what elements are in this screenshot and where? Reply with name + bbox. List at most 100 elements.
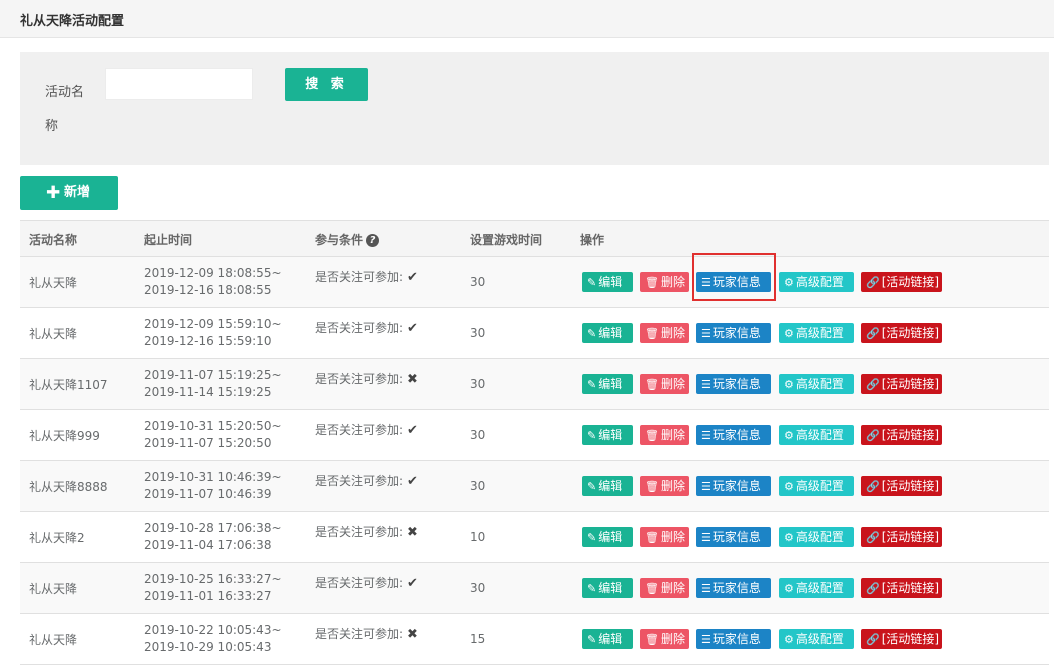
player-info-button[interactable]: ☰ 玩家信息: [696, 425, 771, 445]
activity-link-button[interactable]: 🔗 [活动链接]: [861, 476, 942, 496]
link-icon: 🔗: [866, 429, 880, 442]
edit-button[interactable]: ✎ 编辑: [582, 374, 633, 394]
activity-link-button[interactable]: 🔗 [活动链接]: [861, 425, 942, 445]
search-button[interactable]: 搜 索: [285, 68, 368, 101]
condition-label: 是否关注可参加:: [315, 423, 404, 437]
activity-link-button[interactable]: 🔗 [活动链接]: [861, 527, 942, 547]
delete-button[interactable]: 🗑 删除: [640, 323, 689, 343]
delete-button[interactable]: 🗑 删除: [640, 425, 689, 445]
table-row: 礼从天降 2019-12-09 15:59:10~ 2019-12-16 15:59…: [20, 308, 1049, 359]
game-duration: 30: [470, 275, 486, 289]
advanced-config-button-label: 高级配置: [795, 377, 844, 391]
table-row: 礼从天降 2019-10-22 10:05:43~ 2019-10-29 10:05…: [20, 614, 1049, 665]
activity-time: 2019-11-07 15:19:25~ 2019-11-14 15:19:25: [144, 367, 282, 401]
page-title: 礼从天降活动配置: [20, 14, 125, 29]
edit-button[interactable]: ✎ 编辑: [582, 476, 633, 496]
activity-link-button-label: [活动链接]: [881, 581, 940, 595]
advanced-config-button-label: 高级配置: [795, 428, 844, 442]
activity-name: 礼从天降8888: [29, 480, 108, 494]
delete-button-label: 删除: [660, 326, 685, 340]
condition-label: 是否关注可参加:: [315, 321, 404, 335]
player-info-button[interactable]: ☰ 玩家信息: [696, 527, 771, 547]
edit-button[interactable]: ✎ 编辑: [582, 272, 633, 292]
gears-icon: ⚙: [784, 582, 794, 595]
edit-button[interactable]: ✎ 编辑: [582, 578, 633, 598]
advanced-config-button[interactable]: ⚙ 高级配置: [779, 374, 854, 394]
participation-condition: 是否关注可参加: ✔: [315, 421, 418, 438]
delete-button[interactable]: 🗑 删除: [640, 374, 689, 394]
player-info-button-label: 玩家信息: [712, 479, 761, 493]
edit-button[interactable]: ✎ 编辑: [582, 425, 633, 445]
trash-icon: 🗑: [645, 378, 659, 391]
trash-icon: 🗑: [645, 633, 659, 646]
header-actions: 操作: [580, 233, 605, 247]
delete-button[interactable]: 🗑 删除: [640, 578, 689, 598]
link-icon: 🔗: [866, 378, 880, 391]
condition-label: 是否关注可参加:: [315, 525, 404, 539]
edit-icon: ✎: [587, 378, 597, 391]
activity-time: 2019-10-31 10:46:39~ 2019-11-07 10:46:39: [144, 469, 282, 503]
player-info-button[interactable]: ☰ 玩家信息: [696, 629, 771, 649]
start-time: 2019-10-31 15:20:50~: [144, 419, 282, 433]
player-info-button[interactable]: ☰ 玩家信息: [696, 374, 771, 394]
condition-label: 是否关注可参加:: [315, 627, 404, 641]
edit-button[interactable]: ✎ 编辑: [582, 323, 633, 343]
end-time: 2019-12-16 18:08:55: [144, 283, 272, 297]
activity-link-button[interactable]: 🔗 [活动链接]: [861, 272, 942, 292]
activity-link-button[interactable]: 🔗 [活动链接]: [861, 374, 942, 394]
edit-button[interactable]: ✎ 编辑: [582, 629, 633, 649]
advanced-config-button[interactable]: ⚙ 高级配置: [779, 425, 854, 445]
list-icon: ☰: [701, 480, 711, 493]
list-icon: ☰: [701, 327, 711, 340]
advanced-config-button-label: 高级配置: [795, 581, 844, 595]
delete-button[interactable]: 🗑 删除: [640, 476, 689, 496]
header-condition-label: 参与条件: [315, 233, 364, 247]
check-icon: ✔: [407, 576, 418, 591]
add-button-label: 新增: [64, 185, 91, 200]
activity-name: 礼从天降999: [29, 429, 100, 443]
player-info-button-label: 玩家信息: [712, 530, 761, 544]
gears-icon: ⚙: [784, 276, 794, 289]
start-time: 2019-11-07 15:19:25~: [144, 368, 282, 382]
player-info-button[interactable]: ☰ 玩家信息: [696, 476, 771, 496]
delete-button[interactable]: 🗑 删除: [640, 272, 689, 292]
player-info-button-label: 玩家信息: [712, 326, 761, 340]
list-icon: ☰: [701, 378, 711, 391]
question-circle-icon[interactable]: ?: [366, 234, 380, 247]
player-info-button-label: 玩家信息: [712, 377, 761, 391]
player-info-button[interactable]: ☰ 玩家信息: [696, 578, 771, 598]
advanced-config-button[interactable]: ⚙ 高级配置: [779, 527, 854, 547]
activity-link-button[interactable]: 🔗 [活动链接]: [861, 323, 942, 343]
delete-button[interactable]: 🗑 删除: [640, 527, 689, 547]
edit-button-label: 编辑: [598, 377, 623, 391]
delete-button-label: 删除: [660, 479, 685, 493]
activity-name: 礼从天降: [29, 633, 78, 647]
participation-condition: 是否关注可参加: ✖: [315, 370, 418, 387]
activity-link-button-label: [活动链接]: [881, 275, 940, 289]
add-button[interactable]: ✚ 新增: [20, 176, 118, 210]
header-time: 起止时间: [144, 233, 193, 247]
advanced-config-button[interactable]: ⚙ 高级配置: [779, 323, 854, 343]
edit-button[interactable]: ✎ 编辑: [582, 527, 633, 547]
end-time: 2019-11-07 10:46:39: [144, 487, 272, 501]
end-time: 2019-12-16 15:59:10: [144, 334, 272, 348]
condition-label: 是否关注可参加:: [315, 576, 404, 590]
list-icon: ☰: [701, 429, 711, 442]
edit-button-label: 编辑: [598, 632, 623, 646]
edit-button-label: 编辑: [598, 530, 623, 544]
condition-label: 是否关注可参加:: [315, 372, 404, 386]
game-duration: 30: [470, 377, 486, 391]
search-input[interactable]: [105, 68, 253, 100]
player-info-button[interactable]: ☰ 玩家信息: [696, 323, 771, 343]
activity-link-button[interactable]: 🔗 [活动链接]: [861, 578, 942, 598]
advanced-config-button[interactable]: ⚙ 高级配置: [779, 272, 854, 292]
trash-icon: 🗑: [645, 327, 659, 340]
player-info-button[interactable]: ☰ 玩家信息: [696, 272, 771, 292]
activity-link-button[interactable]: 🔗 [活动链接]: [861, 629, 942, 649]
advanced-config-button[interactable]: ⚙ 高级配置: [779, 629, 854, 649]
delete-button[interactable]: 🗑 删除: [640, 629, 689, 649]
advanced-config-button[interactable]: ⚙ 高级配置: [779, 578, 854, 598]
start-time: 2019-10-22 10:05:43~: [144, 623, 282, 637]
participation-condition: 是否关注可参加: ✖: [315, 625, 418, 642]
advanced-config-button[interactable]: ⚙ 高级配置: [779, 476, 854, 496]
